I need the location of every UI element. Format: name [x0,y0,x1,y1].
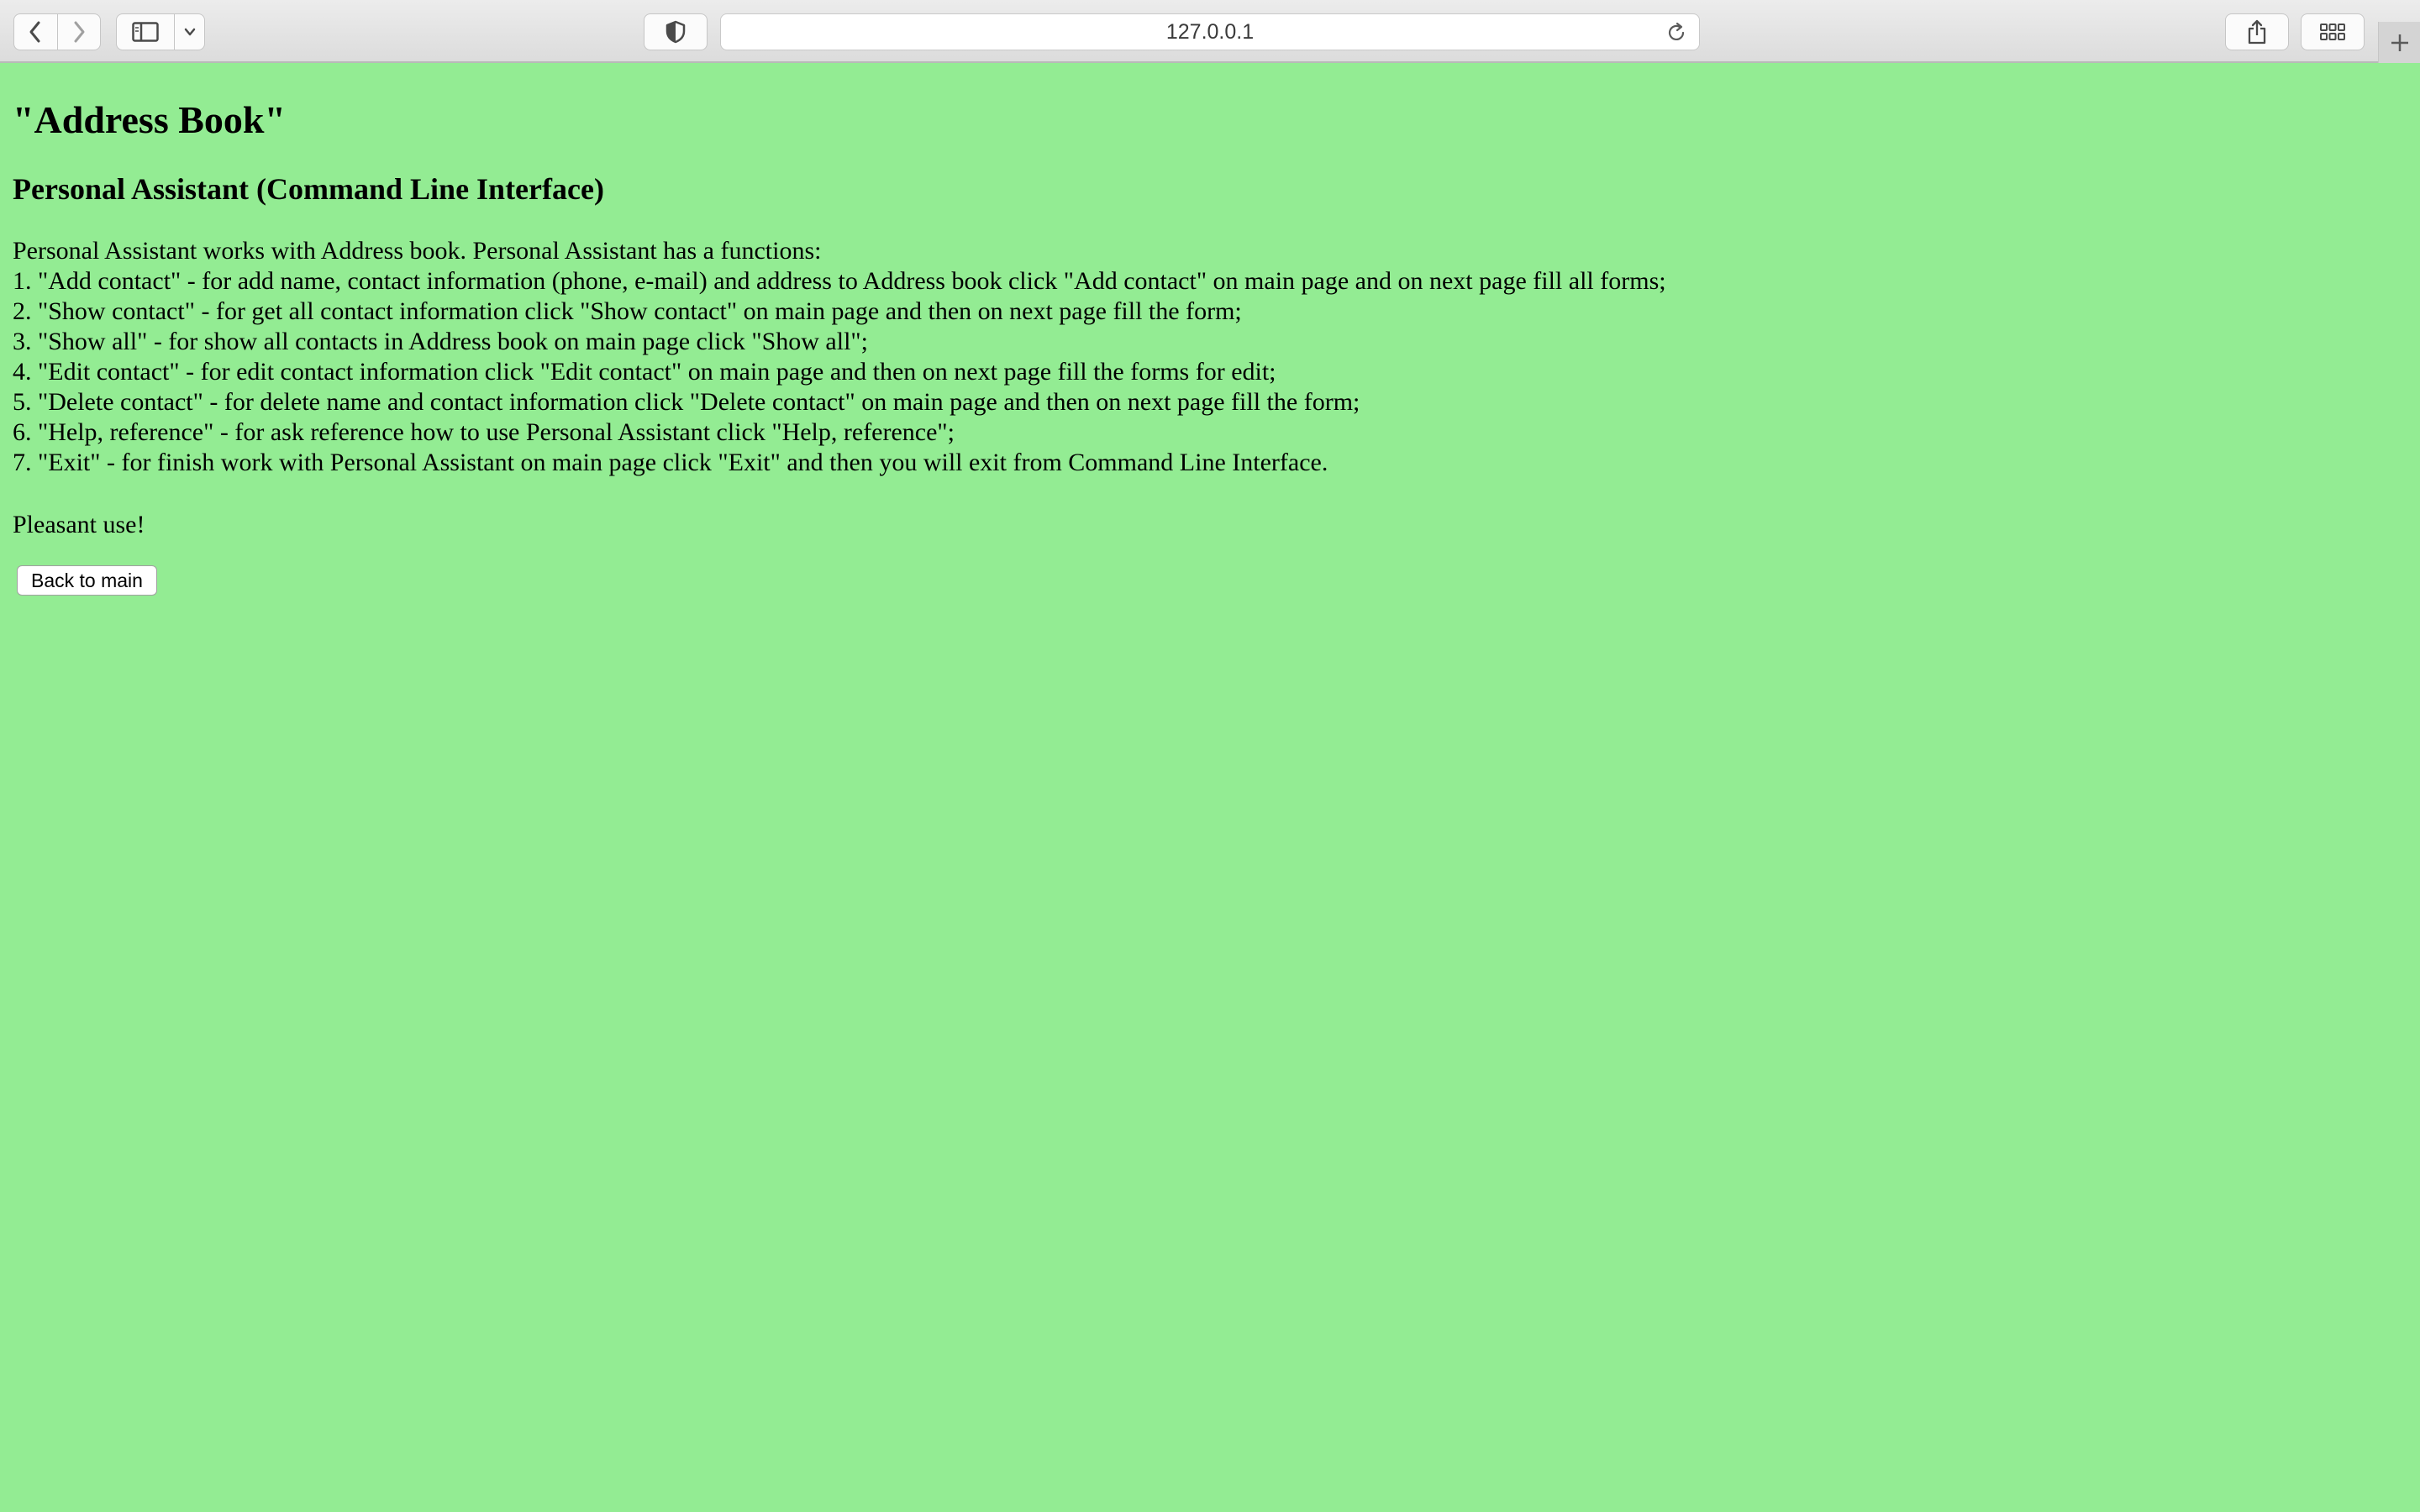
plus-icon [2391,34,2408,51]
function-item-add-contact: 1. "Add contact" - for add name, contact… [13,267,1666,296]
chevron-right-icon [74,21,85,43]
sidebar-icon [132,22,159,42]
chevron-left-icon [29,21,40,43]
function-item-delete-contact: 5. "Delete contact" - for delete name an… [13,388,1360,417]
sidebar-toggle-button[interactable] [117,14,174,50]
function-item-show-all: 3. "Show all" - for show all contacts in… [13,328,868,356]
sidebar-controls [116,13,205,50]
function-item-show-contact: 2. "Show contact" - for get all contact … [13,297,1242,326]
function-item-edit-contact: 4. "Edit contact" - for edit contact inf… [13,358,1276,386]
share-button[interactable] [2225,13,2289,50]
url-text: 127.0.0.1 [1165,19,1255,44]
privacy-report-button[interactable] [644,13,708,50]
page-title: "Address Book" [13,98,287,141]
new-tab-button[interactable] [2378,22,2420,63]
page-content: "Address Book" Personal Assistant (Comma… [13,63,2407,596]
chevron-down-icon [184,28,195,36]
tab-overview-icon [2320,24,2345,40]
tab-overview-button[interactable] [2301,13,2365,50]
forward-button[interactable] [56,14,101,50]
page-subtitle: Personal Assistant (Command Line Interfa… [13,172,604,207]
navigation-buttons [13,13,101,50]
closing-text: Pleasant use! [13,511,145,539]
shield-icon [666,20,686,44]
intro-text: Personal Assistant works with Address bo… [13,237,822,265]
function-item-help: 6. "Help, reference" - for ask reference… [13,418,955,447]
share-icon [2248,19,2266,45]
functions-list: 1. "Add contact" - for add name, contact… [13,266,2407,478]
back-to-main-button[interactable]: Back to main [17,565,157,596]
reload-icon[interactable] [1665,22,1687,44]
sidebar-menu-button[interactable] [174,14,204,50]
back-button[interactable] [14,14,57,50]
function-item-exit: 7. "Exit" - for finish work with Persona… [13,449,1328,477]
address-bar[interactable]: 127.0.0.1 [720,13,1700,50]
browser-toolbar: 127.0.0.1 [0,0,2420,63]
